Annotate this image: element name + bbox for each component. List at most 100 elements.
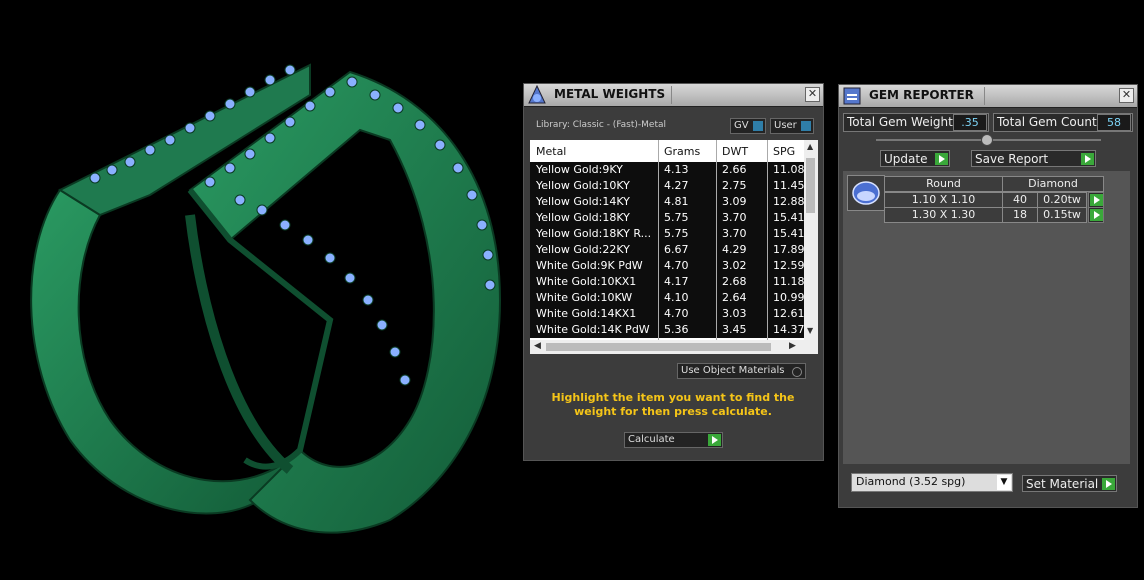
- table-row[interactable]: Yellow Gold:22KY 6.67 4.29 17.89: [530, 242, 804, 258]
- toggle-indicator-icon: [753, 121, 763, 131]
- set-material-button[interactable]: Set Material: [1022, 475, 1117, 492]
- table-cell: Yellow Gold:18KY R...: [536, 227, 652, 240]
- gem-row-select-button[interactable]: [1088, 192, 1104, 208]
- table-row[interactable]: White Gold:14K PdW 5.36 3.45 14.37: [530, 322, 804, 338]
- gv-toggle[interactable]: GV: [730, 118, 766, 134]
- gem-size-cell[interactable]: 1.30 X 1.30: [884, 207, 1003, 223]
- table-row[interactable]: White Gold:14KX1 4.70 3.03 12.61: [530, 306, 804, 322]
- user-toggle[interactable]: User: [770, 118, 814, 134]
- close-icon[interactable]: ✕: [1119, 88, 1134, 103]
- table-cell: 4.70: [664, 307, 689, 320]
- column-header-grams[interactable]: Grams: [664, 145, 700, 158]
- scroll-down-icon[interactable]: ▼: [807, 326, 813, 335]
- table-cell: 17.89: [773, 243, 804, 256]
- table-cell: 2.68: [722, 275, 747, 288]
- update-button[interactable]: Update: [880, 150, 950, 167]
- table-cell: 4.29: [722, 243, 747, 256]
- table-cell: 6.67: [664, 243, 689, 256]
- slider-handle-icon[interactable]: [981, 134, 993, 146]
- table-cell: Yellow Gold:9KY: [536, 163, 623, 176]
- gem-reporter-titlebar[interactable]: GEM REPORTER ✕: [839, 85, 1137, 108]
- table-header: Metal Grams DWT SPG: [530, 140, 804, 162]
- metal-weights-title: METAL WEIGHTS: [554, 87, 666, 101]
- play-arrow-icon: [1081, 153, 1094, 165]
- table-cell: 12.61: [773, 307, 804, 320]
- library-label: Library: Classic - (Fast)-Metal: [536, 120, 667, 130]
- table-cell: White Gold:14KX1: [536, 307, 637, 320]
- table-cell: 3.03: [722, 307, 747, 320]
- calculate-button[interactable]: Calculate: [624, 432, 723, 448]
- gem-count-cell[interactable]: 18: [1002, 207, 1038, 223]
- horizontal-scrollbar[interactable]: ◀ ▶: [530, 340, 818, 354]
- h-scroll-thumb[interactable]: [546, 343, 771, 351]
- table-cell: 4.81: [664, 195, 689, 208]
- chevron-down-icon[interactable]: ▼: [997, 475, 1011, 490]
- gem-weight-cell[interactable]: 0.20tw: [1037, 192, 1087, 208]
- table-row[interactable]: Yellow Gold:9KY 4.13 2.66 11.08: [530, 162, 804, 178]
- table-cell: 15.41: [773, 227, 804, 240]
- 3d-viewport[interactable]: [0, 0, 520, 577]
- panel-slider[interactable]: [876, 134, 1101, 146]
- column-header-dwt[interactable]: DWT: [722, 145, 748, 158]
- gem-reporter-logo-icon: [843, 87, 861, 105]
- metal-table[interactable]: Metal Grams DWT SPG Yellow Gold:9KY 4.13 2…: [530, 140, 818, 354]
- round-gem-icon: [847, 175, 885, 211]
- radio-icon: [792, 367, 802, 377]
- table-row[interactable]: Yellow Gold:10KY 4.27 2.75 11.45: [530, 178, 804, 194]
- table-cell: 11.18: [773, 275, 804, 288]
- save-report-button[interactable]: Save Report: [971, 150, 1096, 167]
- instruction-text: Highlight the item you want to find the …: [551, 391, 795, 418]
- play-arrow-icon: [935, 153, 948, 165]
- gem-shape-header: Round: [884, 176, 1003, 192]
- table-row[interactable]: White Gold:9K PdW 4.70 3.02 12.59: [530, 258, 804, 274]
- table-cell: 3.70: [722, 227, 747, 240]
- gem-weight-cell[interactable]: 0.15tw: [1037, 207, 1087, 223]
- table-cell: 3.70: [722, 211, 747, 224]
- scroll-left-icon[interactable]: ◀: [534, 341, 541, 351]
- total-gem-weight-value: .35: [953, 114, 987, 131]
- metal-weights-titlebar[interactable]: METAL WEIGHTS ✕: [524, 84, 823, 107]
- table-cell: White Gold:10KW: [536, 291, 633, 304]
- table-cell: Yellow Gold:18KY: [536, 211, 630, 224]
- table-cell: 4.17: [664, 275, 689, 288]
- table-cell: White Gold:10KX1: [536, 275, 637, 288]
- table-cell: White Gold:14K PdW: [536, 323, 650, 336]
- table-row[interactable]: Yellow Gold:14KY 4.81 3.09 12.88: [530, 194, 804, 210]
- table-row[interactable]: White Gold:10KX1 4.17 2.68 11.18: [530, 274, 804, 290]
- table-cell: 12.59: [773, 259, 804, 272]
- toggle-indicator-icon: [801, 121, 811, 131]
- gem-size-cell[interactable]: 1.10 X 1.10: [884, 192, 1003, 208]
- scroll-thumb[interactable]: [806, 158, 815, 213]
- table-cell: 4.10: [664, 291, 689, 304]
- table-cell: White Gold:9K PdW: [536, 259, 643, 272]
- table-row[interactable]: Yellow Gold:18KY 5.75 3.70 15.41: [530, 210, 804, 226]
- table-cell: 14.37: [773, 323, 804, 336]
- table-cell: 12.88: [773, 195, 804, 208]
- table-cell: Yellow Gold:22KY: [536, 243, 630, 256]
- table-cell: 15.41: [773, 211, 804, 224]
- table-cell: 3.45: [722, 323, 747, 336]
- table-cell: 5.75: [664, 227, 689, 240]
- vertical-scrollbar[interactable]: ▲ ▼: [804, 140, 818, 340]
- table-cell: 4.27: [664, 179, 689, 192]
- column-header-metal[interactable]: Metal: [536, 145, 566, 158]
- scroll-right-icon[interactable]: ▶: [789, 341, 796, 351]
- table-row[interactable]: White Gold:10KW 4.10 2.64 10.99: [530, 290, 804, 306]
- ring-model: [30, 63, 502, 534]
- total-gem-count-value: 58: [1097, 114, 1131, 131]
- close-icon[interactable]: ✕: [805, 87, 820, 102]
- use-object-materials-button[interactable]: Use Object Materials: [677, 363, 806, 379]
- gem-material-header: Diamond: [1002, 176, 1104, 192]
- gem-reporter-title: GEM REPORTER: [869, 88, 974, 102]
- play-arrow-icon: [1090, 194, 1103, 206]
- matrix-logo-icon: [528, 85, 546, 104]
- play-arrow-icon: [1102, 478, 1115, 490]
- scroll-up-icon[interactable]: ▲: [807, 142, 813, 151]
- column-header-spg[interactable]: SPG: [773, 145, 795, 158]
- gem-count-cell[interactable]: 40: [1002, 192, 1038, 208]
- table-cell: 5.75: [664, 211, 689, 224]
- table-cell: 11.08: [773, 163, 804, 176]
- material-select[interactable]: Diamond (3.52 spg) ▼: [851, 473, 1013, 492]
- gem-row-select-button[interactable]: [1088, 207, 1104, 223]
- table-row[interactable]: Yellow Gold:18KY R... 5.75 3.70 15.41: [530, 226, 804, 242]
